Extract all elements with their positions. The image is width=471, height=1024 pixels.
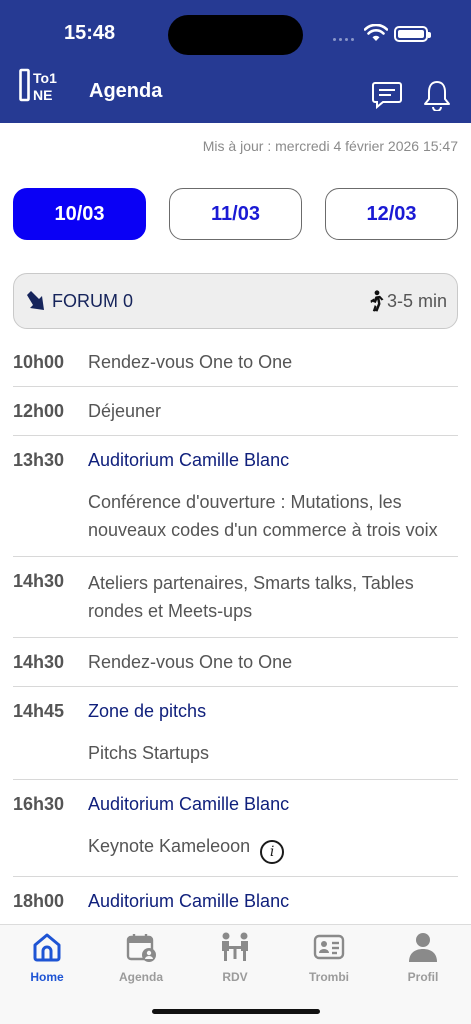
profile-icon bbox=[409, 933, 437, 962]
tab-label: Agenda bbox=[118, 970, 163, 984]
battery-icon bbox=[394, 26, 431, 42]
session-title: Rendez-vous One to One bbox=[88, 652, 293, 672]
list-item[interactable]: 18h00 Auditorium Camille Blanc bbox=[13, 877, 458, 925]
notifications-button[interactable] bbox=[420, 78, 454, 112]
session-title: Keynote Kameleoon bbox=[88, 836, 251, 856]
session-title: Conférence d'ouverture : Mutations, les … bbox=[88, 492, 438, 540]
svg-text:NE: NE bbox=[33, 87, 52, 102]
list-item[interactable]: 14h30 Ateliers partenaires, Smarts talks… bbox=[13, 557, 458, 638]
session-time: 14h45 bbox=[13, 701, 65, 721]
session-room: Zone de pitchs bbox=[88, 701, 207, 721]
session-time: 14h30 bbox=[13, 652, 65, 672]
walking-icon bbox=[370, 290, 384, 312]
page-title: Agenda bbox=[89, 80, 163, 102]
walk-time-value: 3-5 min bbox=[386, 290, 447, 311]
list-item[interactable]: 16h30 Auditorium Camille Blanc Keynote K… bbox=[13, 780, 458, 877]
tab-agenda[interactable]: Agenda bbox=[101, 931, 181, 984]
tab-rdv[interactable]: RDV bbox=[195, 931, 275, 984]
walk-time: 3-5 min bbox=[368, 290, 447, 312]
session-time: 14h30 bbox=[13, 571, 65, 591]
session-time: 13h30 bbox=[13, 450, 65, 470]
calendar-user-icon bbox=[126, 934, 156, 962]
chat-icon bbox=[372, 82, 402, 110]
list-item[interactable]: 14h45 Zone de pitchs Pitchs Startups bbox=[13, 687, 458, 780]
location-banner[interactable]: FORUM 0 3-5 min bbox=[13, 273, 458, 329]
session-room: Auditorium Camille Blanc bbox=[88, 794, 290, 814]
list-item[interactable]: 14h30 Rendez-vous One to One bbox=[13, 638, 458, 687]
day-tab-2[interactable]: 11/03 bbox=[169, 188, 302, 240]
tab-home[interactable]: Home bbox=[7, 931, 87, 984]
bell-icon bbox=[424, 81, 450, 111]
schedule-list: 10h00 Rendez-vous One to One 12h00 Déjeu… bbox=[13, 338, 458, 925]
list-item[interactable]: 10h00 Rendez-vous One to One bbox=[13, 338, 458, 387]
session-title: Pitchs Startups bbox=[88, 743, 210, 763]
day-tab-1[interactable]: 10/03 bbox=[13, 188, 146, 240]
home-icon bbox=[33, 933, 61, 962]
day-tab-3[interactable]: 12/03 bbox=[325, 188, 458, 240]
list-item[interactable]: 13h30 Auditorium Camille Blanc Conférenc… bbox=[13, 436, 458, 557]
tab-label: RDV bbox=[222, 970, 248, 984]
session-time: 18h00 bbox=[13, 891, 65, 911]
tab-label: Home bbox=[30, 970, 64, 984]
session-room: Auditorium Camille Blanc bbox=[88, 891, 290, 911]
arrow-down-right-icon bbox=[27, 291, 44, 310]
app-header: 15:48 To1 NE Agenda bbox=[0, 0, 471, 123]
tab-label: Trombi bbox=[308, 970, 349, 984]
svg-text:To1: To1 bbox=[33, 70, 57, 86]
tab-trombi[interactable]: Trombi bbox=[289, 931, 369, 984]
list-item[interactable]: 12h00 Déjeuner bbox=[13, 387, 458, 436]
signal-icon bbox=[333, 38, 354, 41]
info-icon[interactable]: i bbox=[260, 840, 285, 864]
day-selector: 10/03 11/03 12/03 bbox=[13, 188, 458, 240]
session-room: Auditorium Camille Blanc bbox=[88, 450, 290, 470]
location-name: FORUM 0 bbox=[52, 290, 133, 311]
session-title: Ateliers partenaires, Smarts talks, Tabl… bbox=[88, 573, 414, 621]
tab-profil[interactable]: Profil bbox=[383, 931, 463, 984]
session-time: 16h30 bbox=[13, 794, 65, 814]
home-indicator bbox=[152, 1009, 320, 1014]
last-updated: Mis à jour : mercredi 4 février 2026 15:… bbox=[202, 138, 458, 154]
session-title: Rendez-vous One to One bbox=[88, 352, 293, 372]
wifi-icon bbox=[364, 24, 388, 41]
session-title: Déjeuner bbox=[88, 401, 162, 421]
session-time: 12h00 bbox=[13, 401, 65, 421]
dynamic-island bbox=[168, 15, 303, 55]
session-time: 10h00 bbox=[13, 352, 65, 372]
id-card-icon bbox=[313, 934, 345, 960]
meeting-icon bbox=[222, 932, 248, 961]
status-time: 15:48 bbox=[64, 22, 116, 44]
messages-button[interactable] bbox=[370, 78, 404, 112]
session-title-wrap: Keynote Kameleoon i bbox=[88, 832, 458, 864]
app-logo: To1 NE bbox=[19, 68, 57, 102]
tab-label: Profil bbox=[407, 970, 439, 984]
